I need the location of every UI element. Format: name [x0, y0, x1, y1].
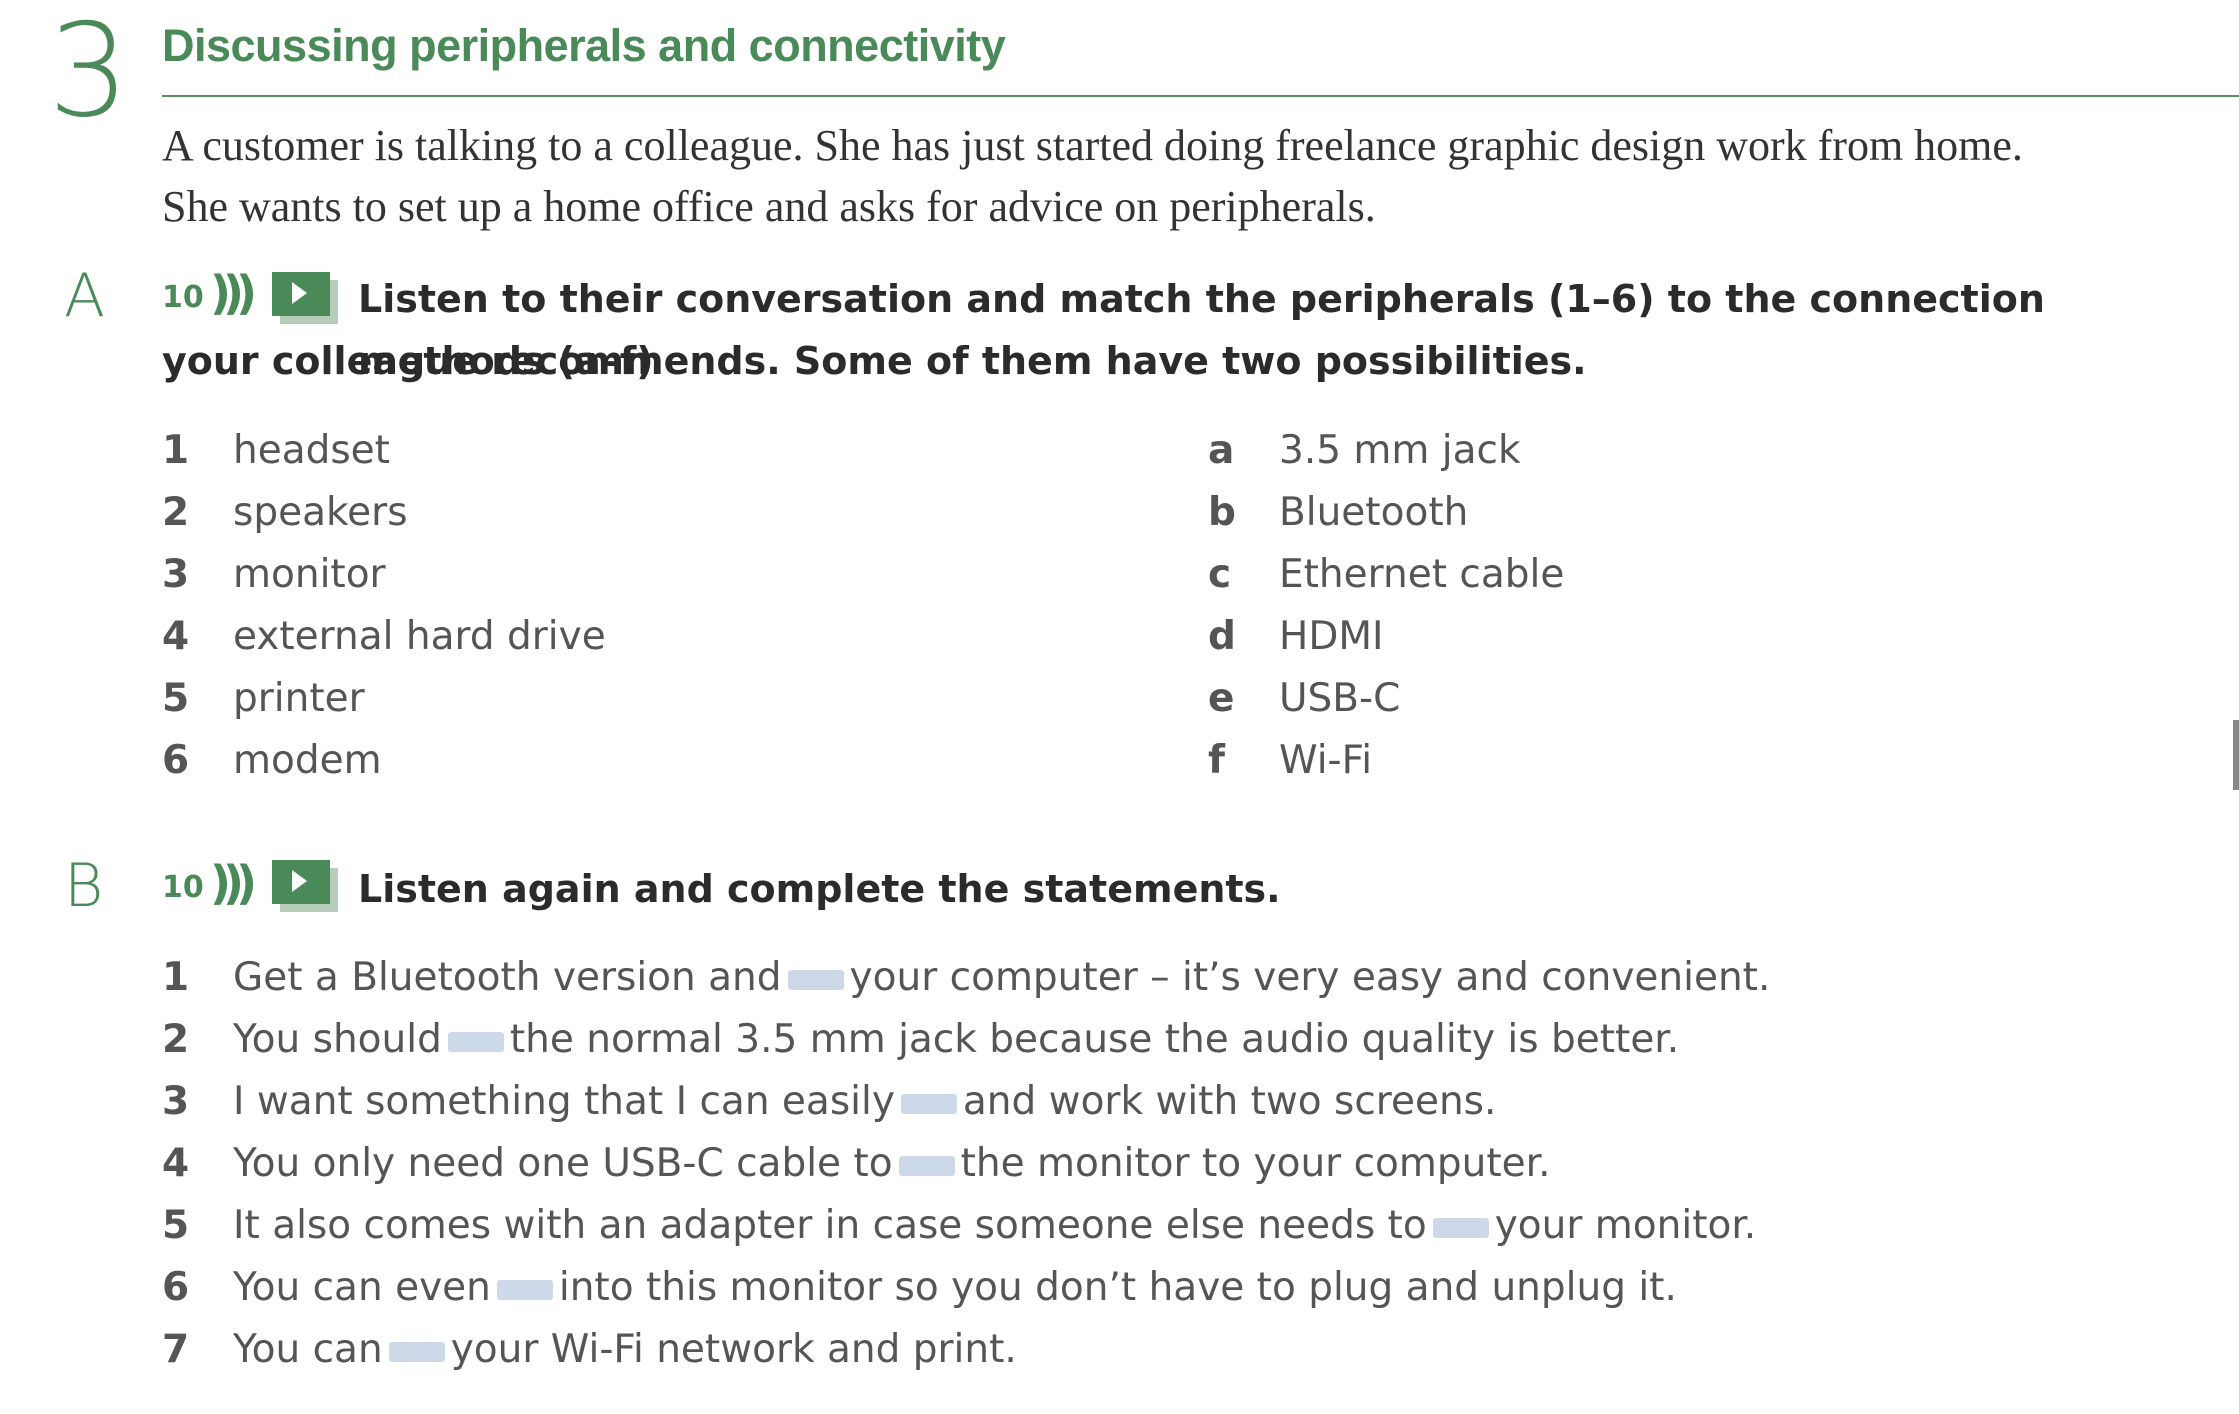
statement-item: 3 I want something that I can easily and w…	[162, 1079, 1496, 1124]
statement-item: 2 You should the normal 3.5 mm jack becaus…	[162, 1017, 1679, 1062]
statement-after: your computer – it’s very easy and conve…	[849, 955, 1771, 1000]
exercise-a-letter: A	[64, 261, 106, 331]
section-title: Discussing peripherals and connectivity	[162, 20, 1006, 71]
item-number: 3	[162, 1079, 190, 1124]
statement-before: It also comes with an adapter in case so…	[233, 1203, 1427, 1248]
exercise-b-letter: B	[64, 851, 104, 921]
item-text: Bluetooth	[1279, 490, 1469, 535]
method-item: d HDMI	[1208, 614, 1384, 659]
method-item: b Bluetooth	[1208, 490, 1468, 535]
item-text: Ethernet cable	[1279, 552, 1565, 597]
item-text: HDMI	[1279, 614, 1384, 659]
item-letter: d	[1208, 614, 1236, 659]
intro-text: A customer is talking to a colleague. Sh…	[162, 115, 2232, 237]
intro-line: She wants to set up a home office and as…	[162, 182, 1376, 231]
method-item: c Ethernet cable	[1208, 552, 1564, 597]
item-number: 2	[162, 490, 190, 535]
item-letter: b	[1208, 490, 1236, 535]
answer-blank[interactable]	[787, 969, 844, 990]
answer-blank[interactable]	[1432, 1217, 1489, 1238]
statement-before: You can	[233, 1327, 383, 1372]
statement-after: into this monitor so you don’t have to p…	[558, 1265, 1677, 1310]
item-text: headset	[233, 428, 390, 473]
item-number: 6	[162, 1265, 190, 1310]
answer-blank[interactable]	[496, 1279, 553, 1300]
statement-item: 6 You can even into this monitor so you do…	[162, 1265, 1677, 1310]
item-number: 5	[162, 1203, 190, 1248]
video-play-icon[interactable]	[272, 860, 330, 904]
item-text: monitor	[233, 552, 386, 597]
statement-after: your Wi-Fi network and print.	[450, 1327, 1017, 1372]
peripheral-item: 1 headset	[162, 428, 390, 473]
method-item: a 3.5 mm jack	[1208, 428, 1521, 473]
exercise-a-instruction-cont: your colleague recommends. Some of them …	[162, 339, 1587, 383]
statement-after: and work with two screens.	[962, 1079, 1497, 1124]
statement-item: 1 Get a Bluetooth version and your compute…	[162, 955, 1770, 1000]
item-letter: f	[1208, 738, 1225, 783]
item-number: 4	[162, 614, 190, 659]
item-text: modem	[233, 738, 382, 783]
exercise-b-instruction: Listen again and complete the statements…	[358, 867, 1281, 911]
item-number: 2	[162, 1017, 190, 1062]
item-number: 3	[162, 552, 190, 597]
answer-blank[interactable]	[388, 1341, 445, 1362]
statement-item: 5 It also comes with an adapter in case s…	[162, 1203, 1756, 1248]
audio-waves-icon[interactable]: )))	[210, 266, 257, 320]
statement-before: You should	[233, 1017, 442, 1062]
answer-blank[interactable]	[898, 1155, 955, 1176]
method-item: e USB-C	[1208, 676, 1400, 721]
item-number: 4	[162, 1141, 190, 1186]
peripheral-item: 6 modem	[162, 738, 382, 783]
item-text: speakers	[233, 490, 408, 535]
statement-after: your monitor.	[1494, 1203, 1757, 1248]
item-number: 1	[162, 955, 190, 1000]
video-play-icon[interactable]	[272, 272, 330, 316]
statement-before: Get a Bluetooth version and	[233, 955, 782, 1000]
peripheral-item: 2 speakers	[162, 490, 408, 535]
item-number: 5	[162, 676, 190, 721]
answer-blank[interactable]	[900, 1093, 957, 1114]
statement-before: You only need one USB-C cable to	[233, 1141, 893, 1186]
track-number: 10	[162, 280, 204, 315]
item-number: 7	[162, 1327, 190, 1372]
peripheral-item: 3 monitor	[162, 552, 386, 597]
title-divider	[162, 95, 2239, 97]
intro-line: A customer is talking to a colleague. Sh…	[162, 121, 2023, 170]
statement-before: You can even	[233, 1265, 491, 1310]
item-text: external hard drive	[233, 614, 606, 659]
peripheral-item: 4 external hard drive	[162, 614, 606, 659]
item-number: 1	[162, 428, 190, 473]
scrollbar[interactable]	[2233, 720, 2239, 790]
item-text: USB-C	[1279, 676, 1401, 721]
section-number: 3	[48, 0, 130, 146]
item-text: Wi-Fi	[1279, 738, 1373, 783]
item-letter: a	[1208, 428, 1235, 473]
peripheral-item: 5 printer	[162, 676, 365, 721]
track-number: 10	[162, 870, 204, 905]
item-number: 6	[162, 738, 190, 783]
method-item: f Wi-Fi	[1208, 738, 1372, 783]
item-letter: c	[1208, 552, 1232, 597]
statement-after: the monitor to your computer.	[960, 1141, 1551, 1186]
audio-waves-icon[interactable]: )))	[210, 856, 257, 910]
statement-after: the normal 3.5 mm jack because the audio…	[509, 1017, 1680, 1062]
item-text: 3.5 mm jack	[1279, 428, 1521, 473]
item-letter: e	[1208, 676, 1235, 721]
item-text: printer	[233, 676, 365, 721]
statement-item: 7 You can your Wi-Fi network and print.	[162, 1327, 1017, 1372]
statement-before: I want something that I can easily	[233, 1079, 895, 1124]
statement-item: 4 You only need one USB-C cable to the mon…	[162, 1141, 1551, 1186]
answer-blank[interactable]	[447, 1031, 504, 1052]
